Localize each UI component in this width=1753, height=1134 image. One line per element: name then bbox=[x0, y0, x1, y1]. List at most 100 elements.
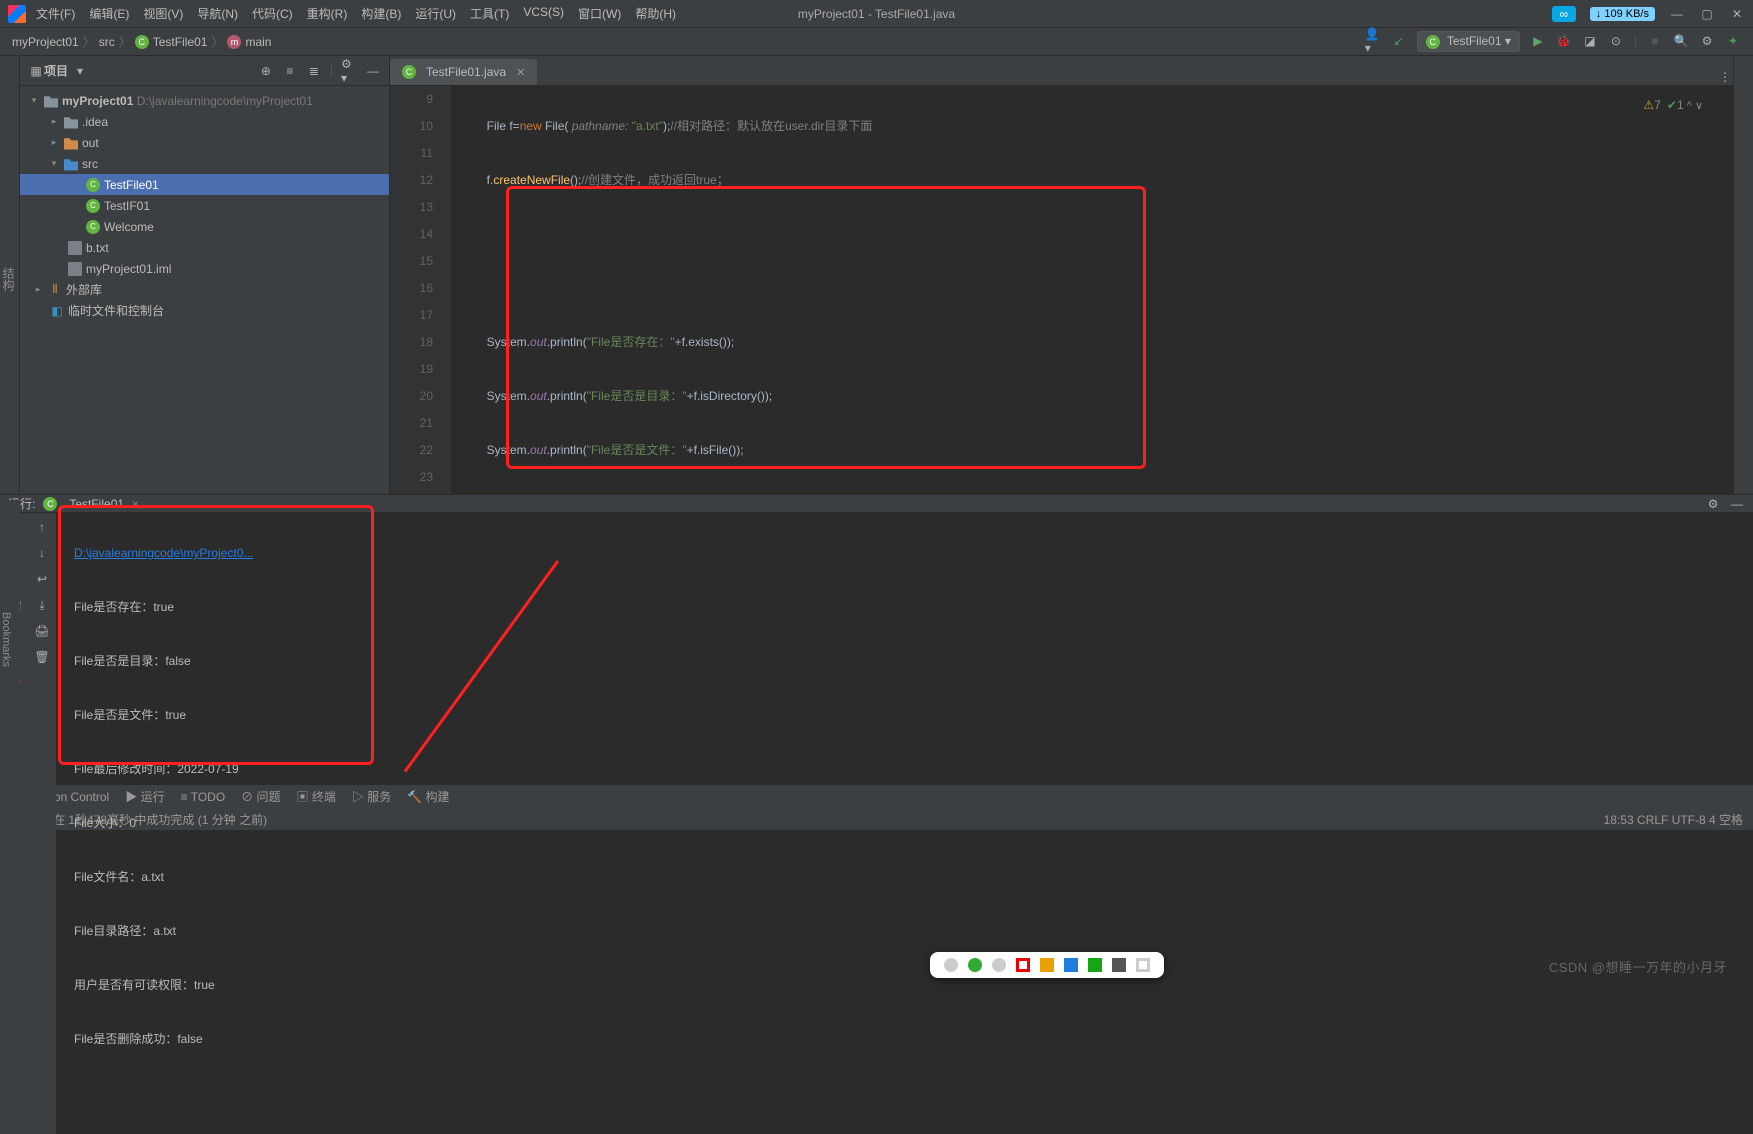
bookmarks-strip[interactable]: Bookmarks bbox=[0, 500, 20, 780]
chevron-down-icon[interactable]: ▾ bbox=[72, 63, 88, 79]
sq-dark-icon[interactable] bbox=[1112, 958, 1126, 972]
run-config-name: TestFile01 bbox=[1447, 34, 1502, 48]
close-run-tab-icon[interactable]: × bbox=[132, 497, 139, 511]
up-icon[interactable]: ↑ bbox=[34, 519, 50, 535]
tree-out[interactable]: ▸ out bbox=[20, 132, 389, 153]
menu-code[interactable]: 代码(C) bbox=[252, 5, 293, 22]
menu-bar[interactable]: 文件(F) 编辑(E) 视图(V) 导航(N) 代码(C) 重构(R) 构建(B… bbox=[36, 5, 676, 22]
dot-grey-icon[interactable] bbox=[944, 958, 958, 972]
debug-button[interactable]: 🐞 bbox=[1556, 33, 1572, 49]
code-area[interactable]: File f=new File( pathname: "a.txt");//相对… bbox=[450, 86, 1733, 494]
gear-icon[interactable]: ⚙ ▾ bbox=[341, 63, 357, 79]
sq-green-icon[interactable] bbox=[1088, 958, 1102, 972]
project-tree[interactable]: ▾ myProject01 D:\javalearningcode\myProj… bbox=[20, 86, 389, 494]
sq-orange-icon[interactable] bbox=[1040, 958, 1054, 972]
run-button[interactable]: ▶ bbox=[1530, 33, 1546, 49]
tree-root[interactable]: ▾ myProject01 D:\javalearningcode\myProj… bbox=[20, 90, 389, 111]
class-icon: C bbox=[86, 199, 100, 213]
clear-icon[interactable]: 🗑 bbox=[34, 649, 50, 665]
menu-vcs[interactable]: VCS(S) bbox=[523, 5, 564, 22]
module-icon bbox=[44, 94, 58, 108]
right-tool-strip[interactable] bbox=[1733, 56, 1753, 494]
editor-tabs: C TestFile01.java ✕ ⋮ bbox=[390, 56, 1733, 86]
tree-iml[interactable]: myProject01.iml bbox=[20, 258, 389, 279]
menu-view[interactable]: 视图(V) bbox=[143, 5, 183, 22]
print-icon[interactable]: 🖨 bbox=[34, 623, 50, 639]
tree-testfile01[interactable]: C TestFile01 bbox=[20, 174, 389, 195]
collapse-icon[interactable]: ≣ bbox=[306, 63, 322, 79]
menu-help[interactable]: 帮助(H) bbox=[635, 5, 676, 22]
maximize-icon[interactable]: ▢ bbox=[1699, 6, 1715, 22]
crumb-method[interactable]: main bbox=[245, 35, 271, 49]
tree-btxt[interactable]: b.txt bbox=[20, 237, 389, 258]
target-icon[interactable]: ⊕ bbox=[258, 63, 274, 79]
menu-tools[interactable]: 工具(T) bbox=[470, 5, 509, 22]
hide-icon[interactable]: — bbox=[1729, 496, 1745, 512]
close-icon[interactable]: ✕ bbox=[1729, 6, 1745, 22]
tree-src[interactable]: ▾ src bbox=[20, 153, 389, 174]
file-tab[interactable]: C TestFile01.java ✕ bbox=[390, 59, 537, 85]
wrap-icon[interactable]: ↩ bbox=[34, 571, 50, 587]
class-icon: C bbox=[1426, 35, 1440, 49]
run-tab-name[interactable]: TestFile01 bbox=[69, 497, 124, 511]
library-icon: ⫴ bbox=[48, 283, 62, 297]
tree-idea[interactable]: ▸ .idea bbox=[20, 111, 389, 132]
crumb-file[interactable]: TestFile01 bbox=[153, 35, 208, 49]
menu-build[interactable]: 构建(B) bbox=[361, 5, 401, 22]
search-icon[interactable]: 🔍 bbox=[1673, 33, 1689, 49]
down-icon[interactable]: ↓ bbox=[34, 545, 50, 561]
text-file-icon bbox=[68, 241, 82, 255]
minimize-icon[interactable]: — bbox=[1669, 6, 1685, 22]
inspection-widget[interactable]: ⚠7 ✔1 ^ ∨ bbox=[1643, 92, 1703, 120]
sq-red-icon[interactable] bbox=[1016, 958, 1030, 972]
menu-window[interactable]: 窗口(W) bbox=[578, 5, 621, 22]
left-tool-strip[interactable]: 结构 bbox=[0, 56, 20, 494]
gutter[interactable]: 9101112 13141516 17181920 212223 bbox=[390, 86, 450, 494]
root-name: myProject01 bbox=[62, 94, 133, 108]
tree-welcome[interactable]: C Welcome bbox=[20, 216, 389, 237]
user-add-icon[interactable]: 👤▾ bbox=[1365, 33, 1381, 49]
settings-icon[interactable]: ⚙ bbox=[1699, 33, 1715, 49]
titlebar: 文件(F) 编辑(E) 视图(V) 导航(N) 代码(C) 重构(R) 构建(B… bbox=[0, 0, 1753, 28]
menu-edit[interactable]: 编辑(E) bbox=[89, 5, 129, 22]
annotation-toolbar[interactable] bbox=[930, 952, 1164, 978]
crumb-src[interactable]: src bbox=[99, 35, 115, 49]
console-line: File目录路径：a.txt bbox=[74, 918, 1753, 945]
tree-testif01[interactable]: C TestIF01 bbox=[20, 195, 389, 216]
hide-icon[interactable]: — bbox=[365, 63, 381, 79]
console-line: 用户是否有可读权限：true bbox=[74, 972, 1753, 999]
class-icon: C bbox=[86, 220, 100, 234]
console-line: File是否存在：true bbox=[74, 594, 1753, 621]
gear-icon[interactable]: ⚙ bbox=[1705, 496, 1721, 512]
menu-nav[interactable]: 导航(N) bbox=[197, 5, 238, 22]
run-tool-window: 运行: C TestFile01 × ⚙ — ▶ 🔧 ■ 📷 ⎋ ▤ 📌 ↑ ↓… bbox=[0, 494, 1753, 784]
ide-settings-icon[interactable]: ✦ bbox=[1725, 33, 1741, 49]
sq-white-icon[interactable] bbox=[1136, 958, 1150, 972]
iml-file-icon bbox=[68, 262, 82, 276]
menu-run[interactable]: 运行(U) bbox=[415, 5, 456, 22]
menu-file[interactable]: 文件(F) bbox=[36, 5, 75, 22]
dot-green-icon[interactable] bbox=[968, 958, 982, 972]
run-config-dropdown[interactable]: C TestFile01 ▾ bbox=[1417, 31, 1520, 52]
console-line: File大小：0 bbox=[74, 810, 1753, 837]
sq-blue-icon[interactable] bbox=[1064, 958, 1078, 972]
dot-grey2-icon[interactable] bbox=[992, 958, 1006, 972]
stop-button[interactable]: ■ bbox=[1647, 33, 1663, 49]
close-tab-icon[interactable]: ✕ bbox=[516, 66, 525, 79]
profile-button[interactable]: ⊙ bbox=[1608, 33, 1624, 49]
crumb-project[interactable]: myProject01 bbox=[12, 35, 79, 49]
sync-icon[interactable]: ↙ bbox=[1391, 33, 1407, 49]
more-icon[interactable]: ⋮ bbox=[1717, 69, 1733, 85]
scroll-icon[interactable]: ⤓ bbox=[34, 597, 50, 613]
folder-icon bbox=[64, 115, 78, 129]
file-tab-label: TestFile01.java bbox=[426, 65, 506, 79]
cloud-icon[interactable]: ∞ bbox=[1552, 6, 1576, 22]
tree-libs[interactable]: ▸⫴ 外部库 bbox=[20, 279, 389, 300]
project-panel: ▦ 项目 ▾ ⊕ ≡ ≣ | ⚙ ▾ — ▾ myProject01 D:\ja… bbox=[20, 56, 390, 494]
coverage-button[interactable]: ◪ bbox=[1582, 33, 1598, 49]
expand-icon[interactable]: ≡ bbox=[282, 63, 298, 79]
tree-scratch[interactable]: ◧ 临时文件和控制台 bbox=[20, 300, 389, 321]
method-icon: m bbox=[227, 35, 241, 49]
console-output[interactable]: D:\javalearningcode\myProject0... File是否… bbox=[56, 513, 1753, 1134]
menu-refactor[interactable]: 重构(R) bbox=[307, 5, 348, 22]
